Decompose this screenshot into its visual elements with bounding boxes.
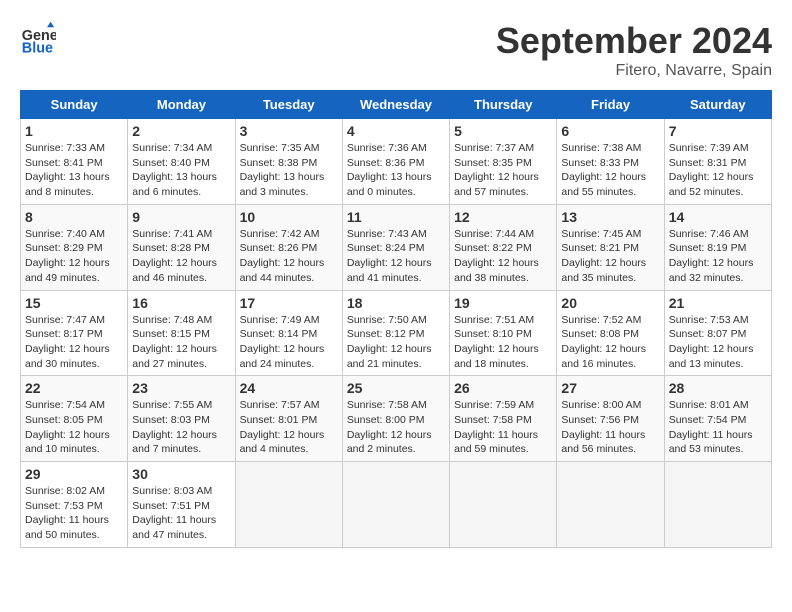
location: Fitero, Navarre, Spain bbox=[496, 62, 772, 80]
empty-cell-5 bbox=[664, 462, 771, 548]
day-30: 30 Sunrise: 8:03 AMSunset: 7:51 PMDaylig… bbox=[128, 462, 235, 548]
day-29: 29 Sunrise: 8:02 AMSunset: 7:53 PMDaylig… bbox=[21, 462, 128, 548]
day-10: 10 Sunrise: 7:42 AMSunset: 8:26 PMDaylig… bbox=[235, 204, 342, 290]
col-friday: Friday bbox=[557, 91, 664, 119]
day-8: 8 Sunrise: 7:40 AMSunset: 8:29 PMDayligh… bbox=[21, 204, 128, 290]
empty-cell-3 bbox=[450, 462, 557, 548]
day-21: 21 Sunrise: 7:53 AMSunset: 8:07 PMDaylig… bbox=[664, 290, 771, 376]
title-block: September 2024 Fitero, Navarre, Spain bbox=[496, 20, 772, 80]
day-13: 13 Sunrise: 7:45 AMSunset: 8:21 PMDaylig… bbox=[557, 204, 664, 290]
day-27: 27 Sunrise: 8:00 AMSunset: 7:56 PMDaylig… bbox=[557, 376, 664, 462]
day-19: 19 Sunrise: 7:51 AMSunset: 8:10 PMDaylig… bbox=[450, 290, 557, 376]
day-14: 14 Sunrise: 7:46 AMSunset: 8:19 PMDaylig… bbox=[664, 204, 771, 290]
day-24: 24 Sunrise: 7:57 AMSunset: 8:01 PMDaylig… bbox=[235, 376, 342, 462]
week-row-3: 15 Sunrise: 7:47 AMSunset: 8:17 PMDaylig… bbox=[21, 290, 772, 376]
week-row-4: 22 Sunrise: 7:54 AMSunset: 8:05 PMDaylig… bbox=[21, 376, 772, 462]
col-tuesday: Tuesday bbox=[235, 91, 342, 119]
week-row-1: 1 Sunrise: 7:33 AMSunset: 8:41 PMDayligh… bbox=[21, 119, 772, 205]
day-23: 23 Sunrise: 7:55 AMSunset: 8:03 PMDaylig… bbox=[128, 376, 235, 462]
day-20: 20 Sunrise: 7:52 AMSunset: 8:08 PMDaylig… bbox=[557, 290, 664, 376]
empty-cell-1 bbox=[235, 462, 342, 548]
day-12: 12 Sunrise: 7:44 AMSunset: 8:22 PMDaylig… bbox=[450, 204, 557, 290]
day-26: 26 Sunrise: 7:59 AMSunset: 7:58 PMDaylig… bbox=[450, 376, 557, 462]
day-15: 15 Sunrise: 7:47 AMSunset: 8:17 PMDaylig… bbox=[21, 290, 128, 376]
day-5: 5 Sunrise: 7:37 AMSunset: 8:35 PMDayligh… bbox=[450, 119, 557, 205]
svg-text:Blue: Blue bbox=[22, 40, 53, 56]
col-thursday: Thursday bbox=[450, 91, 557, 119]
week-row-5: 29 Sunrise: 8:02 AMSunset: 7:53 PMDaylig… bbox=[21, 462, 772, 548]
day-3: 3 Sunrise: 7:35 AMSunset: 8:38 PMDayligh… bbox=[235, 119, 342, 205]
day-6: 6 Sunrise: 7:38 AMSunset: 8:33 PMDayligh… bbox=[557, 119, 664, 205]
day-16: 16 Sunrise: 7:48 AMSunset: 8:15 PMDaylig… bbox=[128, 290, 235, 376]
col-saturday: Saturday bbox=[664, 91, 771, 119]
empty-cell-2 bbox=[342, 462, 449, 548]
logo: General Blue bbox=[20, 20, 56, 56]
day-7: 7 Sunrise: 7:39 AMSunset: 8:31 PMDayligh… bbox=[664, 119, 771, 205]
day-2: 2 Sunrise: 7:34 AMSunset: 8:40 PMDayligh… bbox=[128, 119, 235, 205]
day-18: 18 Sunrise: 7:50 AMSunset: 8:12 PMDaylig… bbox=[342, 290, 449, 376]
header-row: Sunday Monday Tuesday Wednesday Thursday… bbox=[21, 91, 772, 119]
month-title: September 2024 bbox=[496, 20, 772, 62]
col-monday: Monday bbox=[128, 91, 235, 119]
day-11: 11 Sunrise: 7:43 AMSunset: 8:24 PMDaylig… bbox=[342, 204, 449, 290]
day-4: 4 Sunrise: 7:36 AMSunset: 8:36 PMDayligh… bbox=[342, 119, 449, 205]
day-1: 1 Sunrise: 7:33 AMSunset: 8:41 PMDayligh… bbox=[21, 119, 128, 205]
col-wednesday: Wednesday bbox=[342, 91, 449, 119]
week-row-2: 8 Sunrise: 7:40 AMSunset: 8:29 PMDayligh… bbox=[21, 204, 772, 290]
col-sunday: Sunday bbox=[21, 91, 128, 119]
day-9: 9 Sunrise: 7:41 AMSunset: 8:28 PMDayligh… bbox=[128, 204, 235, 290]
day-28: 28 Sunrise: 8:01 AMSunset: 7:54 PMDaylig… bbox=[664, 376, 771, 462]
calendar-table: Sunday Monday Tuesday Wednesday Thursday… bbox=[20, 90, 772, 548]
empty-cell-4 bbox=[557, 462, 664, 548]
logo-icon: General Blue bbox=[20, 20, 56, 56]
page-header: General Blue September 2024 Fitero, Nava… bbox=[20, 20, 772, 80]
day-22: 22 Sunrise: 7:54 AMSunset: 8:05 PMDaylig… bbox=[21, 376, 128, 462]
day-17: 17 Sunrise: 7:49 AMSunset: 8:14 PMDaylig… bbox=[235, 290, 342, 376]
day-25: 25 Sunrise: 7:58 AMSunset: 8:00 PMDaylig… bbox=[342, 376, 449, 462]
